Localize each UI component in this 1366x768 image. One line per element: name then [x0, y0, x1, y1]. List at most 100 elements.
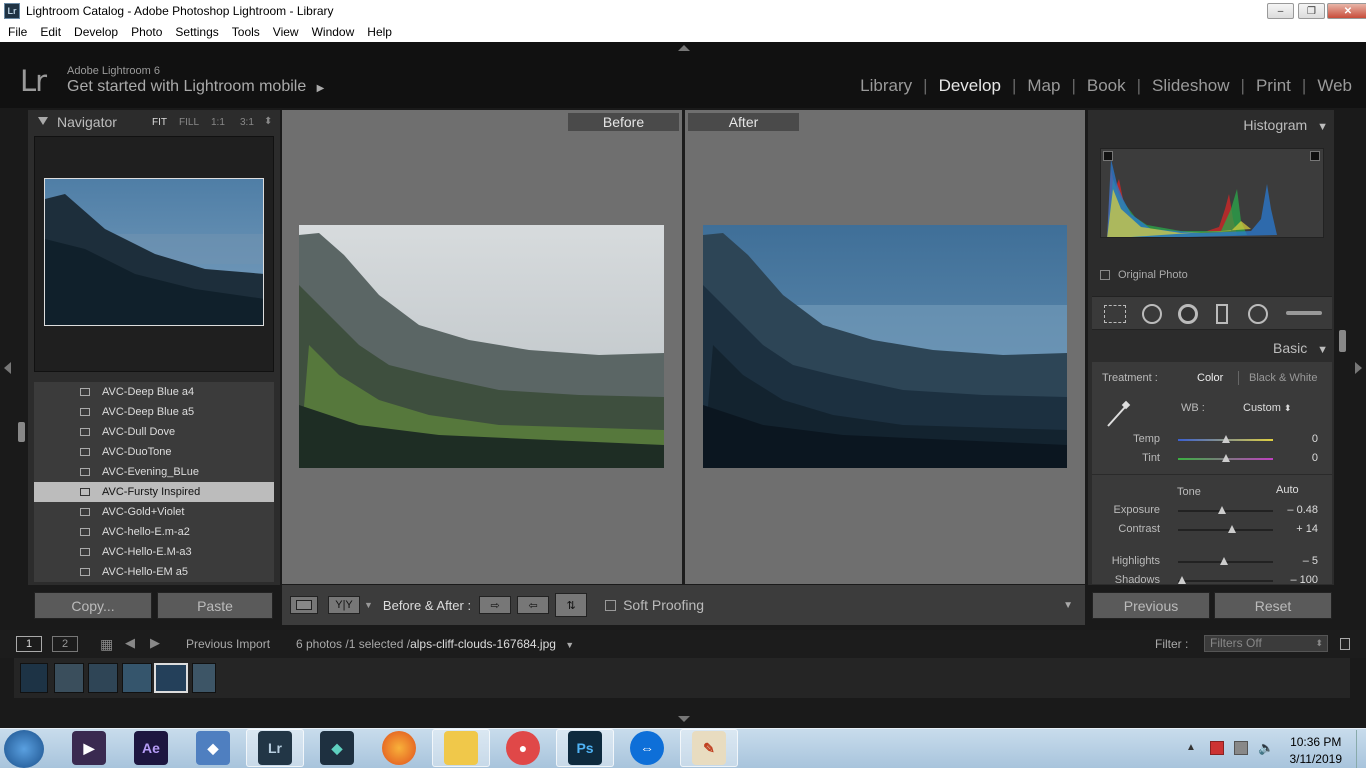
show-desktop-button[interactable] — [1356, 730, 1366, 768]
menu-photo[interactable]: Photo — [131, 25, 162, 39]
photoshop-icon[interactable]: Ps — [568, 731, 602, 765]
zoom-fit[interactable]: FIT — [152, 117, 167, 128]
slider-value[interactable]: – 0.48 — [1287, 504, 1318, 516]
spot-removal-icon[interactable] — [1142, 304, 1162, 324]
menu-develop[interactable]: Develop — [74, 25, 118, 39]
slider-track[interactable] — [1178, 580, 1273, 582]
filter-select[interactable]: Filters Off ⬍ — [1204, 635, 1328, 652]
preset-item[interactable]: AVC-Deep Blue a4 — [34, 382, 274, 402]
histogram[interactable] — [1100, 148, 1324, 238]
loupe-view-button[interactable] — [290, 596, 318, 614]
collapse-bottom-arrow-icon[interactable] — [678, 716, 690, 722]
slider-tint[interactable]: Tint 0 — [1092, 451, 1332, 467]
paste-button[interactable]: Paste — [157, 592, 273, 619]
adjustment-brush-icon[interactable] — [1286, 311, 1322, 315]
preset-item[interactable]: AVC-DuoTone — [34, 442, 274, 462]
preset-item[interactable]: AVC-Hello-EM a5 — [34, 562, 274, 582]
copy-after-to-before-icon[interactable]: ⇦ — [517, 596, 550, 614]
original-photo-checkbox[interactable] — [1100, 270, 1110, 280]
treatment-black-white[interactable]: Black & White — [1249, 372, 1317, 384]
mode-dropdown-icon[interactable]: ▼ — [364, 600, 373, 610]
filter-lock-icon[interactable] — [1340, 638, 1350, 650]
zoom-stepper-icon[interactable]: ⬍ — [264, 116, 272, 127]
slider-knob[interactable] — [1219, 557, 1228, 565]
navigator-thumbnail[interactable] — [44, 178, 264, 326]
slider-value[interactable]: – 5 — [1303, 555, 1318, 567]
right-scrollbar[interactable] — [1339, 330, 1346, 352]
slider-knob[interactable] — [1177, 576, 1186, 584]
collapse-top-arrow-icon[interactable] — [678, 45, 690, 51]
shadow-clipping-icon[interactable] — [1103, 151, 1113, 161]
slider-knob[interactable] — [1221, 435, 1230, 443]
collapse-left-arrow-icon[interactable] — [4, 362, 11, 374]
preset-item[interactable]: AVC-Deep Blue a5 — [34, 402, 274, 422]
basic-header[interactable]: Basic ▼ — [1092, 340, 1332, 356]
slider-value[interactable]: 0 — [1312, 452, 1318, 464]
screen-recorder-icon[interactable]: ● — [506, 731, 540, 765]
start-button[interactable] — [4, 730, 44, 768]
lightroom-taskbar-icon[interactable]: Lr — [258, 731, 292, 765]
action-center-icon[interactable] — [1234, 741, 1248, 755]
collapse-triangle-icon[interactable] — [38, 117, 48, 125]
slider-value[interactable]: – 100 — [1290, 574, 1318, 584]
filmora-icon[interactable]: ◆ — [320, 731, 354, 765]
left-scrollbar[interactable] — [18, 422, 25, 442]
previous-button[interactable]: Previous — [1092, 592, 1210, 619]
slider-shadows[interactable]: Shadows – 100 — [1092, 573, 1332, 584]
before-photo[interactable] — [299, 225, 664, 468]
slider-track[interactable] — [1178, 529, 1273, 531]
volume-icon[interactable]: 🔈 — [1258, 740, 1274, 756]
media-player-icon[interactable]: ▶ — [72, 731, 106, 765]
slider-value[interactable]: 0 — [1312, 433, 1318, 445]
zoom-1-1[interactable]: 1:1 — [211, 117, 225, 128]
preset-item[interactable]: AVC-Gold+Violet — [34, 502, 274, 522]
wb-select[interactable]: Custom ⬍ — [1243, 402, 1292, 414]
module-print[interactable]: Print — [1256, 76, 1291, 96]
collapse-triangle-icon[interactable]: ▼ — [1317, 121, 1328, 133]
photo-count[interactable]: 6 photos /1 selected /alps-cliff-clouds-… — [296, 637, 574, 651]
copy-button[interactable]: Copy... — [34, 592, 152, 619]
close-button[interactable]: ✕ — [1327, 3, 1366, 19]
menu-window[interactable]: Window — [312, 25, 355, 39]
source-dropdown-icon[interactable]: ▼ — [565, 640, 574, 650]
radial-filter-icon[interactable] — [1248, 304, 1268, 324]
original-photo-toggle[interactable]: Original Photo — [1100, 269, 1188, 281]
minimize-button[interactable]: – — [1267, 3, 1294, 19]
network-warning-icon[interactable] — [1210, 741, 1224, 755]
teamviewer-icon[interactable]: ⇔ — [630, 731, 664, 765]
forward-arrow-icon[interactable]: ▶ — [150, 635, 160, 651]
slider-knob[interactable] — [1217, 506, 1226, 514]
slider-knob[interactable] — [1221, 454, 1230, 462]
menu-tools[interactable]: Tools — [232, 25, 260, 39]
filmstrip-thumb-3[interactable] — [88, 663, 118, 693]
show-hidden-icons[interactable]: ▲ — [1186, 742, 1196, 753]
preset-item[interactable]: AVC-Fursty Inspired — [34, 482, 274, 502]
menu-help[interactable]: Help — [367, 25, 392, 39]
menu-file[interactable]: File — [8, 25, 27, 39]
filmstrip-thumb-2[interactable] — [54, 663, 84, 693]
module-library[interactable]: Library — [860, 76, 912, 96]
graduated-filter-icon[interactable] — [1216, 304, 1228, 324]
collapse-triangle-icon[interactable]: ▼ — [1317, 344, 1328, 356]
reset-button[interactable]: Reset — [1214, 592, 1332, 619]
red-eye-icon[interactable] — [1178, 304, 1198, 324]
preset-item[interactable]: AVC-Hello-E.M-a3 — [34, 542, 274, 562]
file-explorer-icon[interactable] — [444, 731, 478, 765]
after-effects-icon[interactable]: Ae — [134, 731, 168, 765]
collapse-right-arrow-icon[interactable] — [1355, 362, 1362, 374]
slider-knob[interactable] — [1228, 525, 1237, 533]
module-book[interactable]: Book — [1087, 76, 1126, 96]
zoom-fill[interactable]: FILL — [179, 117, 199, 128]
treatment-color[interactable]: Color — [1197, 372, 1223, 384]
slider-highlights[interactable]: Highlights – 5 — [1092, 554, 1332, 570]
menu-view[interactable]: View — [273, 25, 299, 39]
highlight-clipping-icon[interactable] — [1310, 151, 1320, 161]
preset-item[interactable]: AVC-Dull Dove — [34, 422, 274, 442]
toolbar-menu-icon[interactable]: ▼ — [1063, 600, 1073, 611]
filmstrip-thumb-4[interactable] — [122, 663, 152, 693]
menu-settings[interactable]: Settings — [175, 25, 218, 39]
preset-item[interactable]: AVC-hello-E.m-a2 — [34, 522, 274, 542]
app-diamond-icon[interactable]: ◆ — [196, 731, 230, 765]
crop-tool-icon[interactable] — [1104, 305, 1126, 323]
wb-eyedropper-icon[interactable] — [1102, 398, 1134, 430]
